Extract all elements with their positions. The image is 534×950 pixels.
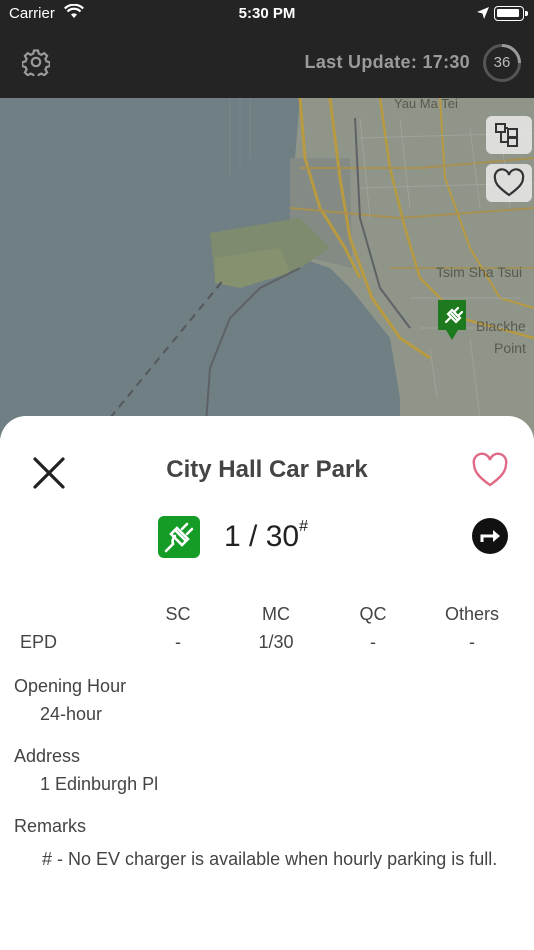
- table-cell-qc: -: [370, 632, 376, 652]
- table-header-sc: SC: [165, 604, 191, 624]
- ev-plug-marker-icon[interactable]: [436, 298, 468, 342]
- remarks-label: Remarks: [14, 816, 87, 836]
- remarks-value: # - No EV charger is available when hour…: [42, 849, 498, 869]
- map-view[interactable]: Yau Ma Tei Tsim Sha Tsui Blackhe Point: [0, 98, 534, 438]
- map-label-tsim-sha-tsui: Tsim Sha Tsui: [436, 264, 523, 280]
- directions-button[interactable]: [470, 516, 510, 556]
- layers-icon: [495, 123, 518, 147]
- heart-outline-icon: [472, 452, 508, 487]
- carpark-detail-sheet: City Hall Car Park 1 / 30# SC MC QC Othe…: [0, 416, 534, 950]
- status-time: 5:30 PM: [238, 5, 296, 22]
- carpark-title: City Hall Car Park: [166, 456, 368, 483]
- ev-plug-icon: [158, 516, 200, 558]
- table-cell-mc: 1/30: [258, 632, 294, 652]
- map-label-yau-ma-tei: Yau Ma Tei: [394, 98, 458, 111]
- map-label-point: Point: [494, 340, 526, 356]
- availability-value: 1 / 30: [224, 520, 300, 553]
- gear-icon[interactable]: [21, 48, 51, 79]
- directions-icon: [472, 518, 508, 554]
- battery-icon: [494, 6, 528, 21]
- table-cell-sc: -: [175, 632, 181, 652]
- table-header-qc: QC: [359, 604, 387, 624]
- refresh-countdown[interactable]: 36: [483, 44, 521, 82]
- status-bar: Carrier 5:30 PM: [0, 0, 534, 30]
- address-label: Address: [14, 746, 81, 766]
- table-row-label: EPD: [20, 632, 58, 652]
- map-label-blackhead: Blackhe: [476, 318, 526, 334]
- top-bar: Carrier 5:30 PM Last Update: 17:30 36: [0, 0, 534, 98]
- table-cell-others: -: [469, 632, 475, 652]
- opening-hour-value: 24-hour: [40, 704, 103, 724]
- location-arrow-icon: [476, 6, 490, 24]
- address-value: 1 Edinburgh Pl: [40, 774, 159, 794]
- heart-outline-icon: [493, 168, 525, 197]
- table-header-mc: MC: [262, 604, 290, 624]
- favorites-map-button[interactable]: [486, 164, 532, 202]
- table-header-others: Others: [444, 604, 500, 624]
- layers-button[interactable]: [486, 116, 532, 154]
- availability-count: 1 / 30#: [224, 518, 308, 554]
- opening-hour-label: Opening Hour: [14, 676, 127, 696]
- favorite-button[interactable]: [470, 452, 510, 488]
- footnote-mark: #: [299, 518, 308, 535]
- last-update-label: Last Update: 17:30: [304, 52, 470, 72]
